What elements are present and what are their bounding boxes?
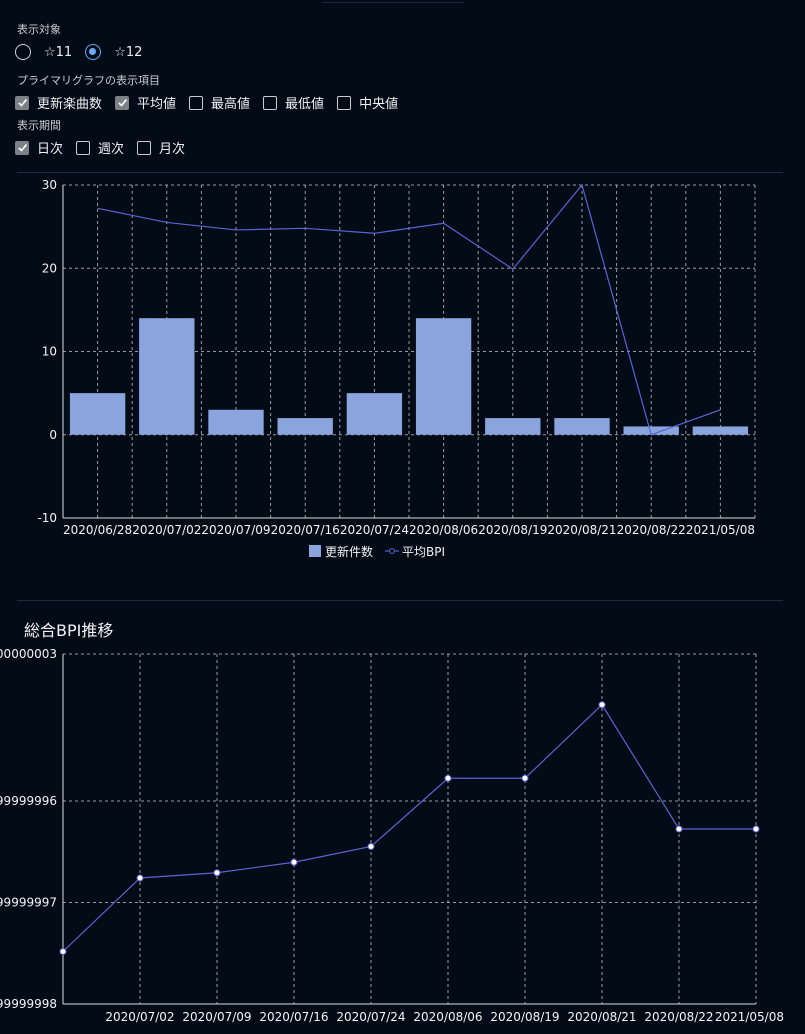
y-tick-label: 99999997 <box>0 896 57 910</box>
point-total-bpi <box>521 774 529 782</box>
point-total-bpi <box>213 869 221 877</box>
point-total-bpi <box>367 843 375 850</box>
point-total-bpi <box>59 948 67 955</box>
total-bpi-line-chart: 00000003 99999996 99999997 99999998 2020/07/… <box>0 647 784 1024</box>
x-tick-label: 2021/05/08 <box>715 1010 784 1024</box>
y-tick-label: 99999998 <box>0 997 57 1011</box>
y-tick-label: 99999996 <box>0 794 57 808</box>
point-total-bpi <box>752 825 760 833</box>
line-total-bpi <box>62 703 756 952</box>
point-total-bpi <box>444 774 452 782</box>
x-tick-label: 2020/07/16 <box>259 1010 328 1024</box>
x-tick-label: 2020/08/06 <box>413 1010 482 1024</box>
x-tick-label: 2020/08/22 <box>644 1010 713 1024</box>
x-tick-label: 2020/08/21 <box>567 1010 636 1024</box>
point-total-bpi <box>290 858 298 866</box>
y-tick-label: 00000003 <box>0 647 57 661</box>
x-tick-label: 2020/07/24 <box>336 1010 405 1024</box>
x-tick-label: 2020/08/19 <box>490 1010 559 1024</box>
point-total-bpi <box>136 874 144 882</box>
x-tick-label: 2020/07/02 <box>105 1010 174 1024</box>
point-total-bpi <box>675 825 683 833</box>
point-total-bpi <box>598 701 606 709</box>
x-tick-label: 2020/07/09 <box>182 1010 251 1024</box>
